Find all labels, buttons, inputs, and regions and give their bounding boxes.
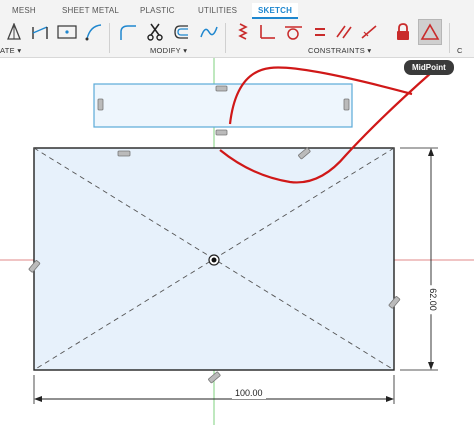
dimension-arrow [34, 396, 42, 402]
dimension-arrow [428, 148, 434, 156]
midpoint-constraint-icon[interactable] [418, 19, 442, 45]
arc-tool-icon[interactable] [82, 19, 106, 45]
center-point-dot [211, 257, 217, 263]
rectangle-center-icon[interactable] [55, 19, 79, 45]
tangent-icon[interactable] [281, 19, 305, 45]
offset-icon[interactable] [170, 19, 194, 45]
fix-icon[interactable] [231, 19, 255, 45]
collinear-icon[interactable] [357, 19, 381, 45]
tab-utilities[interactable]: UTILITIES [198, 6, 237, 15]
sketch-canvas[interactable] [0, 58, 474, 425]
vertical-constraint-glyph[interactable] [97, 98, 104, 111]
tab-sheet-metal[interactable]: SHEET METAL [62, 6, 119, 15]
horizontal-constraint-glyph[interactable] [117, 150, 131, 157]
vertical-constraint-glyph[interactable] [343, 98, 350, 111]
tab-sketch[interactable]: SKETCH [252, 3, 299, 19]
spline-icon[interactable] [197, 19, 221, 45]
dimension-arrow [386, 396, 394, 402]
line-tool-icon[interactable] [28, 19, 52, 45]
tab-mesh[interactable]: MESH [12, 6, 36, 15]
toolbar-ribbon: MESH SHEET METAL PLASTIC UTILITIES SKETC… [0, 0, 474, 58]
toolbar-tools: ATE ▾ MODIFY ▾ CONSTRAINTS ▾ C [0, 19, 474, 57]
height-dimension-value[interactable]: 62.00 [426, 285, 438, 314]
create-group-label[interactable]: ATE ▾ [0, 46, 21, 55]
group-divider [225, 23, 226, 53]
perpendicular-icon[interactable] [255, 19, 279, 45]
group-divider [109, 23, 110, 53]
next-group-label[interactable]: C [457, 46, 463, 55]
horizontal-constraint-glyph[interactable] [215, 129, 228, 136]
constraints-group-label[interactable]: CONSTRAINTS ▾ [308, 46, 372, 55]
dimension-arrow [428, 362, 434, 370]
midpoint-tooltip: MidPoint [404, 60, 454, 75]
width-dimension-value[interactable]: 100.00 [232, 388, 266, 399]
parallel-icon[interactable] [332, 19, 356, 45]
workspace-tabs: MESH SHEET METAL PLASTIC UTILITIES SKETC… [0, 0, 474, 19]
group-divider [449, 23, 450, 53]
modify-group-label[interactable]: MODIFY ▾ [150, 46, 187, 55]
equal-icon[interactable] [308, 19, 332, 45]
tab-plastic[interactable]: PLASTIC [140, 6, 175, 15]
trim-scissors-icon[interactable] [143, 19, 167, 45]
fillet-icon[interactable] [116, 19, 140, 45]
lock-icon[interactable] [391, 19, 415, 45]
horizontal-constraint-glyph[interactable] [215, 85, 228, 92]
triangle-sketch-icon[interactable] [2, 19, 26, 45]
